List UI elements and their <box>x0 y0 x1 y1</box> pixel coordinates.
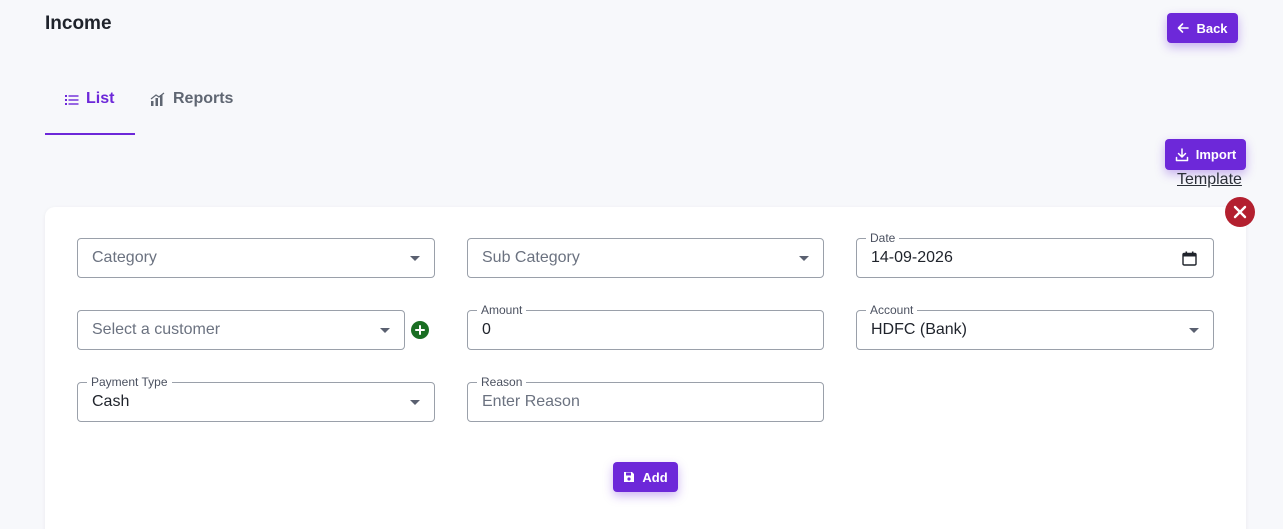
chevron-down-icon <box>1189 328 1199 333</box>
chevron-down-icon <box>410 400 420 405</box>
add-customer-button[interactable] <box>411 321 429 339</box>
tab-bar: List Reports <box>45 82 275 135</box>
date-label: Date <box>866 231 900 245</box>
list-icon <box>65 95 79 105</box>
import-button-label: Import <box>1195 147 1237 162</box>
template-link[interactable]: Template <box>1177 171 1242 189</box>
account-value: HDFC (Bank) <box>871 321 968 338</box>
reason-field[interactable]: Reason Enter Reason <box>467 375 824 422</box>
tab-list-label: List <box>86 90 115 107</box>
date-field[interactable]: Date 14-09-2026 <box>856 231 1214 278</box>
tab-reports[interactable]: Reports <box>150 82 260 135</box>
arrow-left-icon <box>1178 23 1190 33</box>
tab-reports-label: Reports <box>173 90 234 107</box>
page-title: Income <box>45 13 112 34</box>
account-label: Account <box>866 303 918 317</box>
tab-list[interactable]: List <box>45 82 135 135</box>
payment-type-value: Cash <box>92 393 130 410</box>
category-select[interactable]: Category <box>77 238 435 278</box>
customer-select[interactable]: Select a customer <box>77 310 405 350</box>
plus-icon <box>415 325 425 335</box>
amount-value: 0 <box>482 321 491 338</box>
reason-label: Reason <box>477 375 527 389</box>
back-button[interactable]: Back <box>1167 13 1238 43</box>
download-icon <box>1175 147 1189 161</box>
chevron-down-icon <box>799 256 809 261</box>
customer-placeholder: Select a customer <box>92 321 221 338</box>
account-select[interactable]: Account HDFC (Bank) <box>856 303 1214 350</box>
add-button[interactable]: Add <box>613 462 678 492</box>
bar-chart-icon <box>150 92 165 106</box>
close-icon <box>1233 205 1247 219</box>
chevron-down-icon <box>380 328 390 333</box>
sub-category-select[interactable]: Sub Category <box>467 238 824 278</box>
save-icon <box>624 472 635 482</box>
category-placeholder: Category <box>92 249 157 266</box>
back-button-label: Back <box>1196 20 1228 36</box>
amount-label: Amount <box>477 303 527 317</box>
reason-placeholder: Enter Reason <box>482 393 580 410</box>
import-button[interactable]: Import <box>1165 139 1246 170</box>
sub-category-placeholder: Sub Category <box>482 249 580 266</box>
calendar-icon[interactable] <box>1182 251 1197 266</box>
add-button-label: Add <box>642 469 668 485</box>
date-value: 14-09-2026 <box>871 249 953 266</box>
payment-type-label: Payment Type <box>87 375 172 389</box>
close-button[interactable] <box>1225 197 1255 227</box>
amount-field[interactable]: Amount 0 <box>467 303 824 350</box>
payment-type-select[interactable]: Payment Type Cash <box>77 375 435 422</box>
chevron-down-icon <box>410 256 420 261</box>
